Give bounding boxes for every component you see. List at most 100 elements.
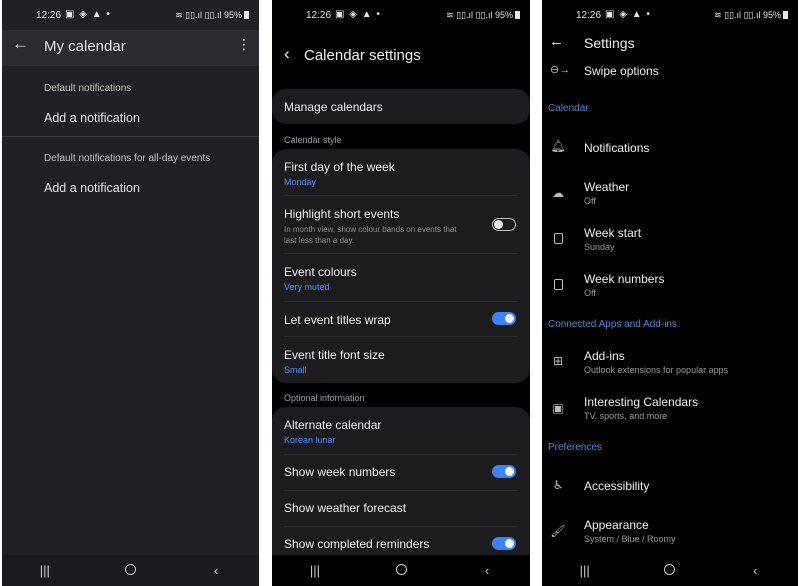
signal-icons-text: ≋ ▯▯.ıl ▯▯.ıl — [714, 10, 761, 20]
home-button[interactable] — [100, 563, 160, 578]
section-calendar-style: Calendar style — [284, 135, 342, 145]
week-numbers-value: Off — [584, 288, 596, 298]
battery-icon — [515, 11, 520, 19]
weather-cloud-icon: ☁ — [552, 186, 564, 200]
page-title: My calendar — [44, 38, 126, 55]
battery-icon — [244, 11, 249, 19]
status-time: 12:26 — [306, 10, 332, 21]
week-numbers-row[interactable]: Show week numbers — [284, 465, 518, 479]
phone-calendar-settings: 12:26 ▣ ◈ ▲ • ≋ ▯▯.ıl ▯▯.ıl 95% ‹ Calend… — [272, 0, 530, 586]
back-arrow-icon[interactable]: ← — [549, 33, 564, 50]
recents-button[interactable]: ||| — [15, 563, 75, 578]
highlight-toggle[interactable] — [492, 218, 516, 231]
divider — [284, 253, 518, 254]
section-calendar: Calendar — [548, 103, 589, 114]
system-nav-bar: ||| ‹ — [272, 555, 530, 586]
week-start-value: Sunday — [584, 242, 615, 252]
font-size-title: Event title font size — [284, 348, 385, 362]
weather-forecast-row[interactable]: Show weather forecast — [284, 501, 518, 515]
completed-reminders-toggle[interactable] — [492, 537, 516, 550]
more-options-icon[interactable]: ⋮ — [237, 36, 251, 53]
first-day-title: First day of the week — [284, 160, 395, 174]
week-numbers-square-shape — [553, 279, 563, 290]
divider — [284, 301, 518, 302]
add-ins-subtitle: Outlook extensions for popular apps — [584, 365, 729, 375]
wrap-titles-row[interactable]: Let event titles wrap — [284, 313, 518, 327]
paint-brush-icon: 🖌︎ — [550, 524, 566, 538]
back-button[interactable]: ‹ — [457, 563, 517, 578]
app-bar: ← My calendar ⋮ — [2, 30, 259, 66]
highlight-description: In month view, show colour bands on even… — [284, 225, 457, 245]
interesting-calendars-icon: ▣ — [552, 401, 564, 415]
divider — [284, 195, 518, 196]
highlight-short-events-row[interactable]: Highlight short events In month view, sh… — [284, 207, 518, 246]
battery-percent: 95% — [762, 10, 781, 20]
event-colours-value: Very muted — [284, 282, 330, 292]
page-title: Calendar settings — [304, 47, 421, 64]
battery-percent: 95% — [494, 10, 513, 20]
toggle-knob — [494, 220, 503, 229]
wrap-titles-toggle[interactable] — [492, 312, 516, 325]
back-button[interactable]: ‹ — [186, 563, 246, 578]
calendar-icon — [550, 233, 566, 247]
notification-icons: ▣ ◈ ▲ • — [605, 9, 651, 20]
recents-button[interactable]: ||| — [555, 563, 615, 578]
phone-my-calendar: 12:26 ▣ ◈ ▲ • ≋ ▯▯.ıl ▯▯.ıl 95% ← My cal… — [2, 0, 259, 586]
home-button[interactable] — [371, 563, 431, 578]
home-icon — [124, 564, 136, 575]
home-icon — [664, 564, 676, 575]
back-button[interactable]: ‹ — [725, 563, 785, 578]
completed-reminders-row[interactable]: Show completed reminders — [284, 537, 518, 551]
notifications-title: Notifications — [584, 141, 650, 155]
highlight-title: Highlight short events — [284, 207, 400, 221]
font-size-row[interactable]: Event title font size Small — [284, 348, 518, 375]
notification-icons: ▣ ◈ ▲ • — [65, 9, 111, 20]
calendar-style-card: First day of the week Monday Highlight s… — [272, 149, 530, 383]
manage-calendars-card[interactable]: Manage calendars — [272, 89, 530, 124]
calendar-square-shape — [553, 233, 563, 244]
toggle-knob — [505, 539, 514, 548]
back-chevron-icon[interactable]: ‹ — [284, 44, 290, 64]
signal-icons: ≋ ▯▯.ıl ▯▯.ıl 95% — [175, 10, 249, 21]
toggle-knob — [505, 314, 514, 323]
divider — [284, 336, 518, 337]
first-day-row[interactable]: First day of the week Monday — [284, 160, 518, 187]
recents-button[interactable]: ||| — [285, 563, 345, 578]
accessibility-title: Accessibility — [584, 479, 650, 493]
status-time: 12:26 — [576, 10, 602, 21]
font-size-value: Small — [284, 365, 307, 375]
status-bar: 12:26 ▣ ◈ ▲ • ≋ ▯▯.ıl ▯▯.ıl 95% — [542, 0, 798, 30]
event-colours-row[interactable]: Event colours Very muted — [284, 265, 518, 292]
manage-calendars-label: Manage calendars — [284, 100, 383, 114]
week-start-title: Week start — [584, 226, 642, 240]
first-day-value: Monday — [284, 177, 317, 187]
alternate-calendar-title: Alternate calendar — [284, 418, 382, 432]
home-button[interactable] — [640, 563, 700, 578]
appearance-subtitle: System / Blue / Roomy — [584, 534, 676, 544]
alternate-calendar-row[interactable]: Alternate calendar Korean lunar — [284, 418, 518, 445]
system-nav-bar: ||| ‹ — [2, 555, 259, 586]
signal-icons: ≋ ▯▯.ıl ▯▯.ıl 95% — [714, 10, 788, 21]
status-bar: 12:26 ▣ ◈ ▲ • ≋ ▯▯.ıl ▯▯.ıl 95% — [2, 0, 259, 30]
week-numbers-toggle[interactable] — [492, 465, 516, 478]
completed-reminders-title: Show completed reminders — [284, 537, 430, 551]
divider — [2, 136, 259, 137]
bell-icon: 🔔︎ — [550, 139, 566, 153]
weather-value: Off — [584, 196, 596, 206]
home-icon — [395, 564, 407, 575]
status-bar: 12:26 ▣ ◈ ▲ • ≋ ▯▯.ıl ▯▯.ıl 95% — [272, 0, 530, 30]
alternate-calendar-value: Korean lunar — [284, 435, 336, 445]
interesting-calendars-title: Interesting Calendars — [584, 395, 699, 409]
back-arrow-icon[interactable]: ← — [12, 34, 29, 54]
appearance-title: Appearance — [584, 518, 649, 532]
weather-title: Weather — [584, 180, 630, 194]
signal-icons-text: ≋ ▯▯.ıl ▯▯.ıl — [446, 10, 493, 20]
signal-icons: ≋ ▯▯.ıl ▯▯.ıl 95% — [446, 10, 520, 21]
notification-icons: ▣ ◈ ▲ • — [335, 9, 381, 20]
add-notification-button[interactable]: Add a notification — [44, 111, 140, 125]
default-notifications-label: Default notifications — [44, 83, 132, 94]
optional-info-card: Alternate calendar Korean lunar Show wee… — [272, 407, 530, 567]
swipe-options-title: Swipe options — [584, 64, 659, 78]
add-allday-notification-button[interactable]: Add a notification — [44, 181, 140, 195]
signal-icons-text: ≋ ▯▯.ıl ▯▯.ıl — [175, 10, 222, 20]
